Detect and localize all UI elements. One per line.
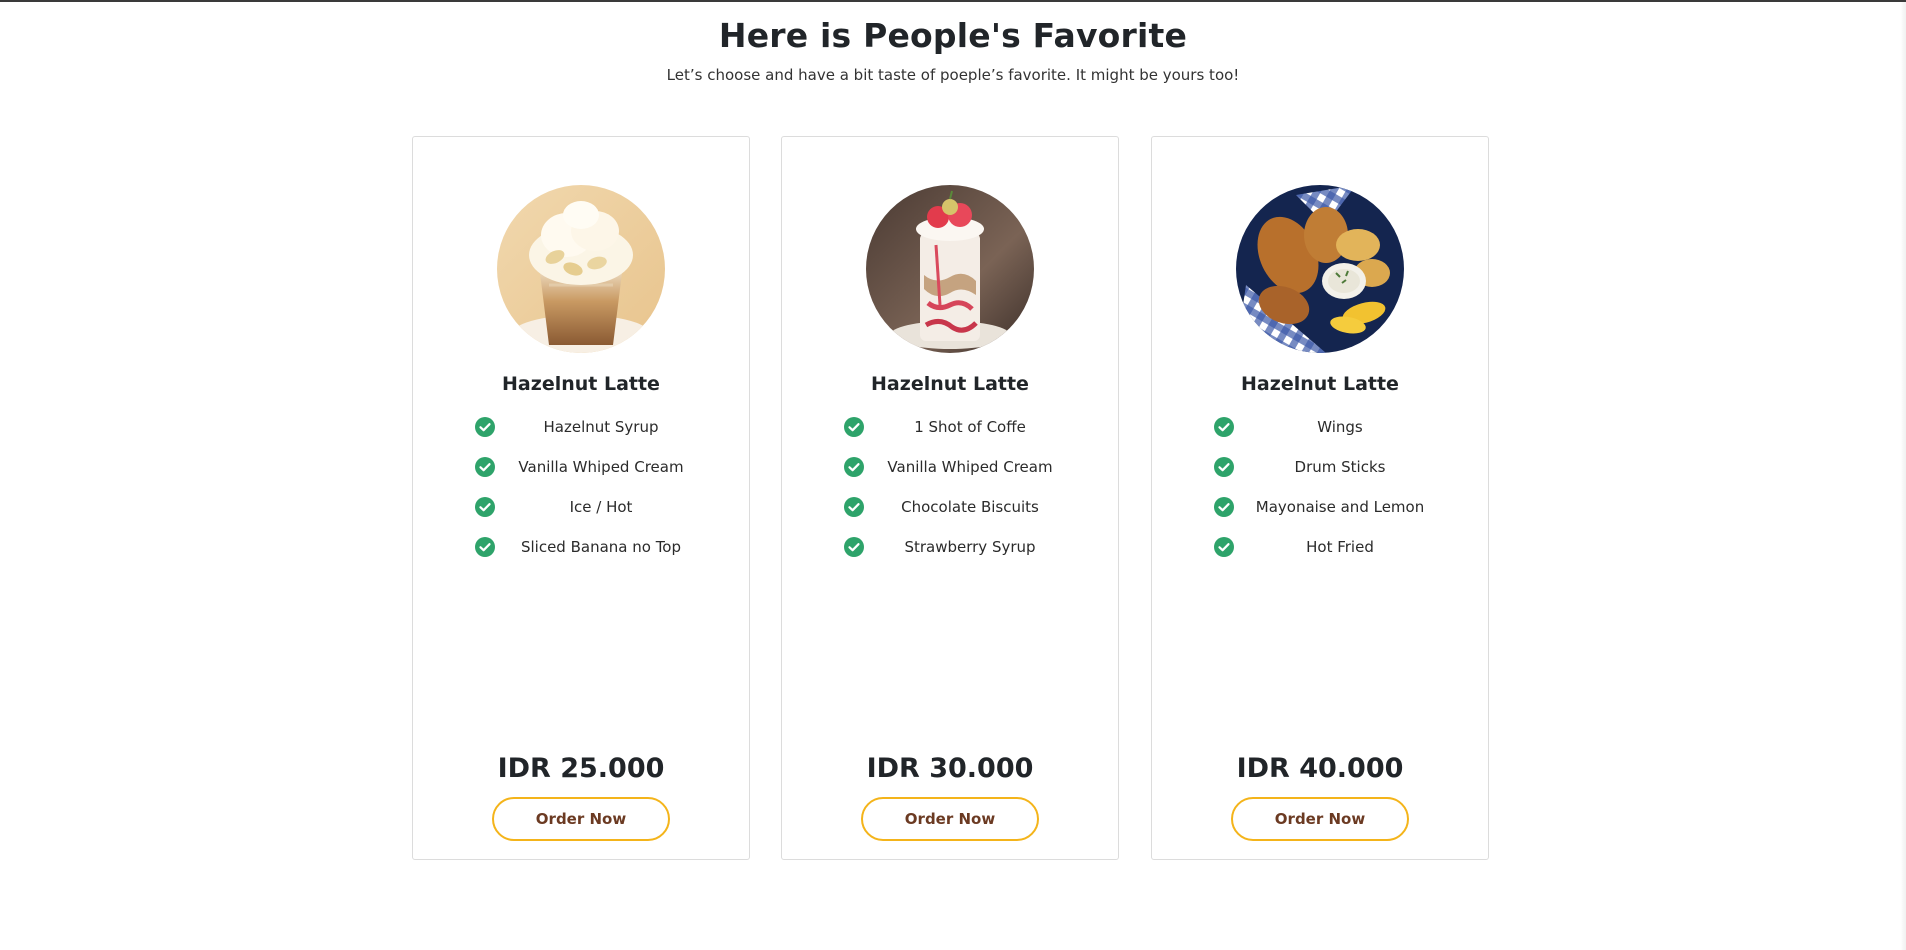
feature-item: 1 Shot of Coffe (782, 407, 1118, 447)
price: IDR 30.000 (866, 753, 1034, 784)
section-subtitle: Let’s choose and have a bit taste of poe… (666, 66, 1240, 84)
product-card-2: Hazelnut Latte 1 Shot of Coffe Vanilla W… (781, 136, 1119, 860)
feature-label: Ice / Hot (569, 498, 633, 516)
feature-item: Wings (1152, 407, 1488, 447)
order-now-button[interactable]: Order Now (1231, 797, 1409, 841)
card-title: Hazelnut Latte (871, 373, 1029, 395)
feature-item: Ice / Hot (413, 487, 749, 527)
check-circle-icon (475, 537, 495, 557)
feature-list: Hazelnut Syrup Vanilla Whiped Cream Ice … (413, 407, 749, 567)
check-circle-icon (475, 417, 495, 437)
feature-label: Hazelnut Syrup (543, 418, 659, 436)
product-card-1: Hazelnut Latte Hazelnut Syrup Vanilla Wh… (412, 136, 750, 860)
banana-latte-image (497, 185, 665, 353)
feature-item: Vanilla Whiped Cream (413, 447, 749, 487)
product-image (1236, 185, 1404, 353)
check-circle-icon (844, 497, 864, 517)
page-edge-shadow (1900, 2, 1906, 950)
feature-item: Vanilla Whiped Cream (782, 447, 1118, 487)
section-title: Here is People's Favorite (718, 16, 1188, 55)
check-circle-icon (844, 537, 864, 557)
feature-label: Chocolate Biscuits (901, 498, 1039, 516)
check-circle-icon (844, 457, 864, 477)
favorites-page: Here is People's Favorite Let’s choose a… (0, 0, 1906, 950)
product-image (497, 185, 665, 353)
feature-label: Strawberry Syrup (904, 538, 1036, 556)
feature-label: Sliced Banana no Top (520, 538, 682, 556)
check-circle-icon (844, 417, 864, 437)
check-circle-icon (475, 457, 495, 477)
price: IDR 40.000 (1236, 753, 1404, 784)
feature-item: Hazelnut Syrup (413, 407, 749, 447)
feature-item: Chocolate Biscuits (782, 487, 1118, 527)
product-image (866, 185, 1034, 353)
feature-item: Strawberry Syrup (782, 527, 1118, 567)
order-now-button[interactable]: Order Now (861, 797, 1039, 841)
check-circle-icon (1214, 417, 1234, 437)
order-now-button[interactable]: Order Now (492, 797, 670, 841)
product-card-3: Hazelnut Latte Wings Drum Sticks Mayonai… (1151, 136, 1489, 860)
feature-item: Drum Sticks (1152, 447, 1488, 487)
card-title: Hazelnut Latte (1241, 373, 1399, 395)
feature-label: Vanilla Whiped Cream (887, 458, 1053, 476)
feature-label: Drum Sticks (1294, 458, 1386, 476)
feature-label: Mayonaise and Lemon (1255, 498, 1425, 516)
feature-list: 1 Shot of Coffe Vanilla Whiped Cream Cho… (782, 407, 1118, 567)
check-circle-icon (475, 497, 495, 517)
strawberry-shake-image (866, 185, 1034, 353)
feature-label: Vanilla Whiped Cream (518, 458, 684, 476)
fried-chicken-image (1236, 185, 1404, 353)
check-circle-icon (1214, 497, 1234, 517)
feature-label: 1 Shot of Coffe (914, 418, 1026, 436)
check-circle-icon (1214, 537, 1234, 557)
feature-item: Sliced Banana no Top (413, 527, 749, 567)
feature-item: Mayonaise and Lemon (1152, 487, 1488, 527)
feature-item: Hot Fried (1152, 527, 1488, 567)
card-title: Hazelnut Latte (502, 373, 660, 395)
feature-list: Wings Drum Sticks Mayonaise and Lemon Ho… (1152, 407, 1488, 567)
check-circle-icon (1214, 457, 1234, 477)
feature-label: Wings (1317, 418, 1363, 436)
feature-label: Hot Fried (1306, 538, 1374, 556)
price: IDR 25.000 (497, 753, 665, 784)
